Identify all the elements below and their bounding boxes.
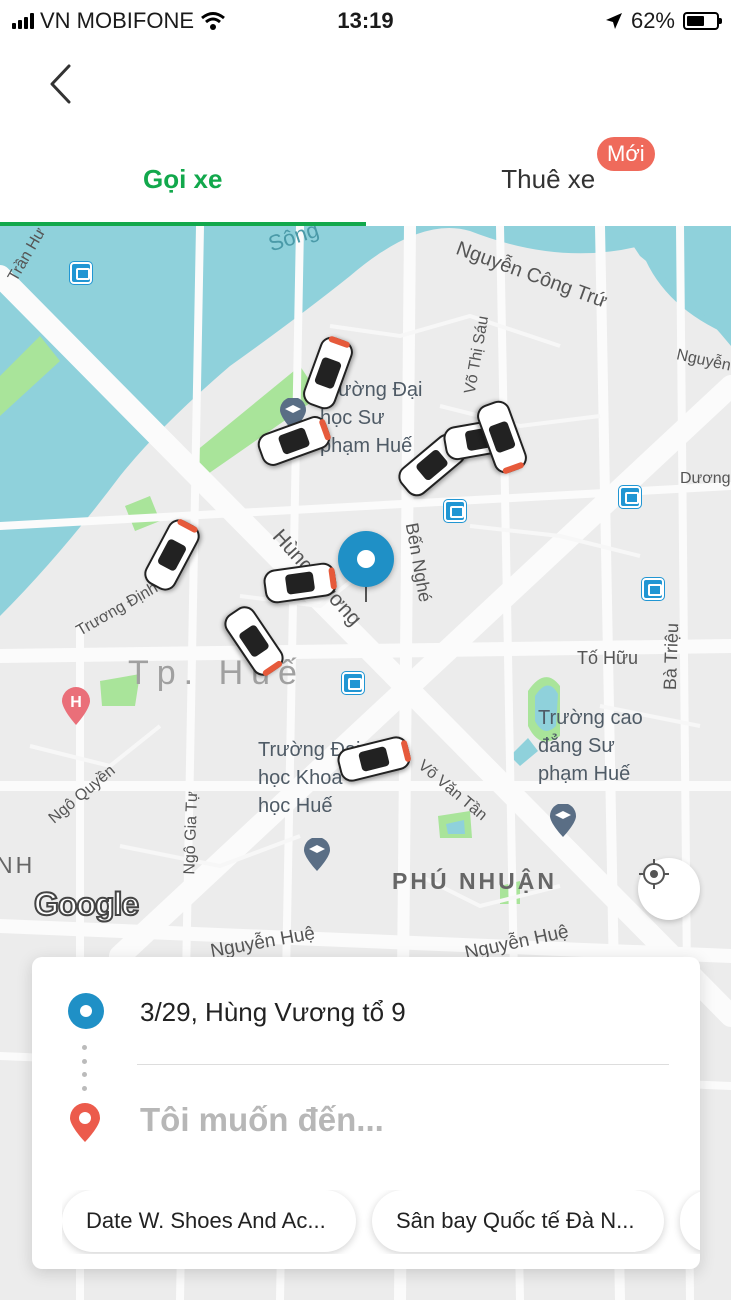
status-bar: VN MOBIFONE 13:19 62% <box>0 0 731 42</box>
nav-bar <box>0 42 731 132</box>
tab-thue-xe[interactable]: Thuê xe <box>366 132 731 226</box>
location-arrow-icon <box>605 13 622 29</box>
bus-stop-icon <box>342 672 364 694</box>
street-label: Dương <box>680 470 731 487</box>
bus-stop-icon <box>444 500 466 522</box>
tab-goi-xe[interactable]: Gọi xe <box>0 132 366 226</box>
status-right: 62% <box>605 8 722 34</box>
destination-pin-icon <box>70 1103 100 1142</box>
battery-icon <box>683 12 722 30</box>
destination-input[interactable]: Tôi muốn đến... <box>140 1101 384 1139</box>
street-label: Bà Triệu <box>659 622 683 691</box>
suggestion-chip[interactable]: Date W. Shoes And Ac... <box>62 1190 356 1252</box>
battery-fill <box>687 16 705 26</box>
back-button[interactable] <box>38 62 82 106</box>
poi-label[interactable]: Trường cao đẳng Sư phạm Huế <box>538 704 668 788</box>
svg-text:H: H <box>70 694 82 711</box>
area-label: NH <box>0 852 36 878</box>
school-icon <box>304 838 330 871</box>
crosshair-icon <box>639 859 669 889</box>
divider <box>137 1064 669 1065</box>
google-logo: Google <box>33 885 140 923</box>
status-left: VN MOBIFONE <box>12 8 226 34</box>
school-icon <box>550 804 576 837</box>
wifi-icon <box>201 12 225 30</box>
suggestion-chips: Date W. Shoes And Ac... Sân bay Quốc tế … <box>62 1190 700 1254</box>
bus-stop-icon <box>642 578 664 600</box>
booking-card: 3/29, Hùng Vương tổ 9 Tôi muốn đến... Da… <box>32 957 700 1269</box>
pickup-dot-icon <box>68 993 104 1029</box>
locate-me-button[interactable] <box>638 858 700 920</box>
street-label: Tố Hữu <box>577 648 639 668</box>
street-label: Ngô Gia Tự <box>181 791 202 875</box>
chevron-left-icon <box>50 64 71 104</box>
battery-percent: 62% <box>630 8 675 33</box>
hospital-icon: H <box>62 687 90 725</box>
signal-icon <box>12 13 34 29</box>
route-dots <box>82 1045 88 1091</box>
suggestion-chip[interactable]: Sân bay Quốc tế Đà N... <box>372 1190 664 1252</box>
bus-stop-icon <box>70 262 92 284</box>
suggestion-chip[interactable] <box>680 1190 700 1252</box>
pickup-address[interactable]: 3/29, Hùng Vương tổ 9 <box>140 997 406 1028</box>
bus-stop-icon <box>619 486 641 508</box>
carrier-name: VN MOBIFONE <box>40 8 195 33</box>
pickup-pin-icon[interactable] <box>338 531 394 587</box>
new-badge: Mới <box>597 137 655 171</box>
area-label: PHÚ NHUẬN <box>392 868 557 894</box>
